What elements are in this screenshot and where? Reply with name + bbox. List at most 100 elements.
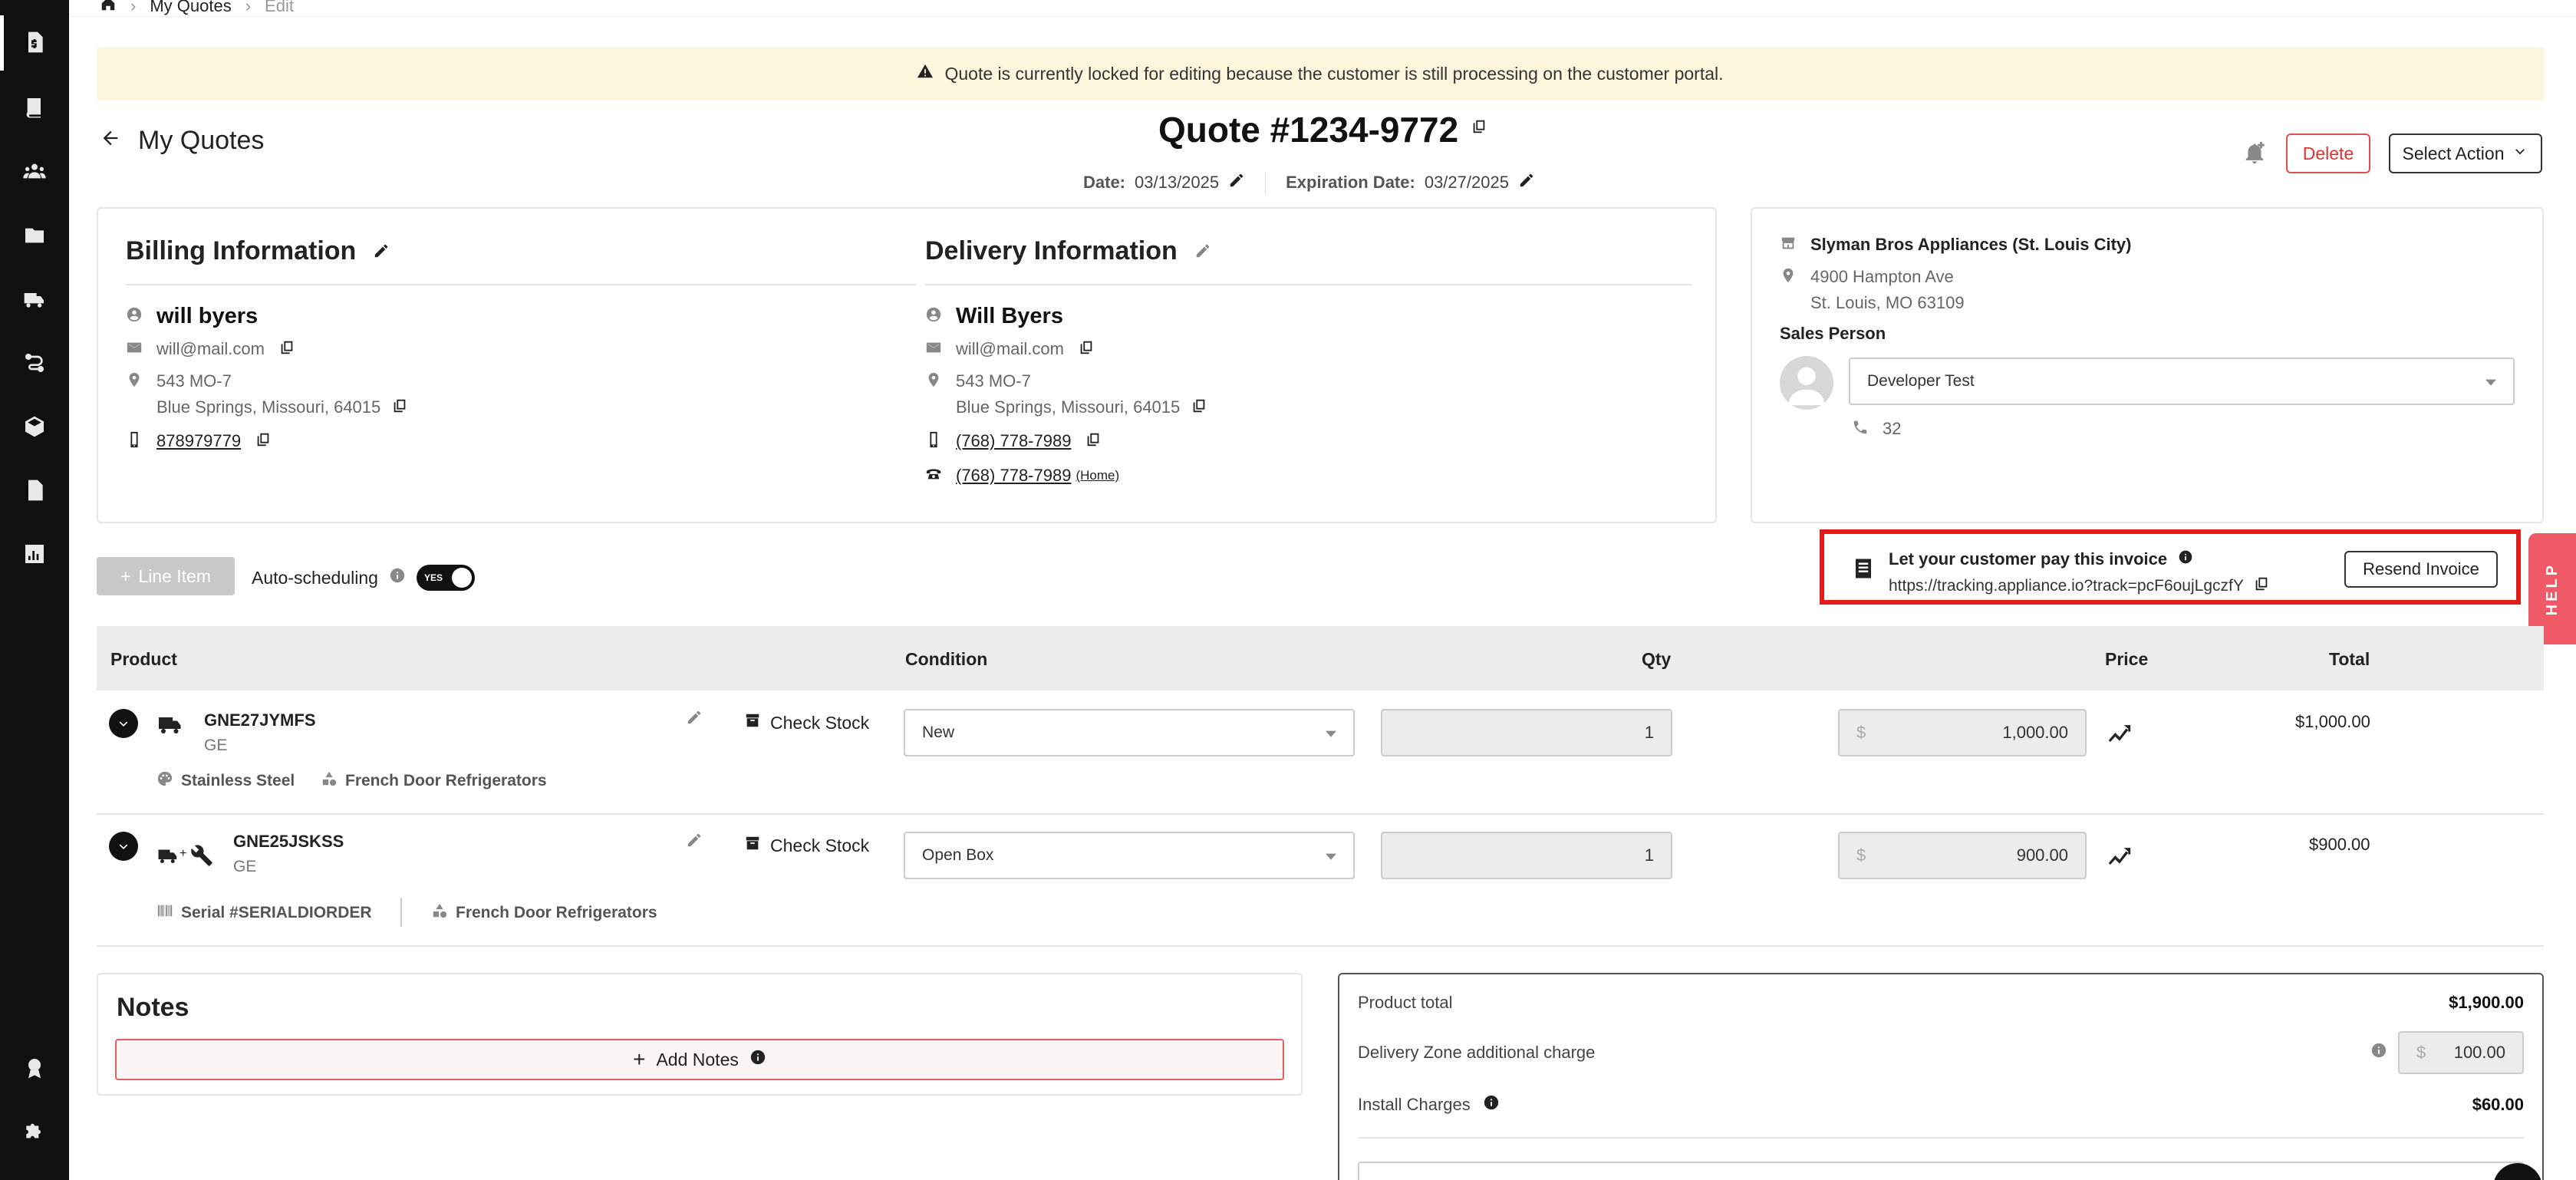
info-icon[interactable] (2370, 1042, 2387, 1063)
resend-invoice-button[interactable]: Resend Invoice (2344, 551, 2498, 588)
product-tag-serial-label: Serial #SERIALDIORDER (181, 904, 372, 921)
edit-product-icon[interactable] (686, 832, 703, 854)
check-stock-link[interactable]: Check Stock (744, 712, 869, 733)
summary-field[interactable] (1358, 1162, 2524, 1180)
billing-email: will@mail.com (156, 339, 265, 358)
edit-date-icon[interactable] (1228, 172, 1245, 193)
top-bar (69, 0, 2576, 17)
quotes-icon[interactable] (0, 12, 69, 73)
delivery-zone-field[interactable]: $ 100.00 (2398, 1031, 2524, 1074)
info-icon[interactable] (2178, 549, 2193, 569)
expand-row-button[interactable] (109, 832, 138, 861)
billing-address-line2: Blue Springs, Missouri, 64015 (156, 397, 381, 417)
quote-dates: Date: 03/13/2025 Expiration Date: 03/27/… (1083, 172, 1535, 193)
breadcrumb-my-quotes[interactable]: My Quotes (150, 0, 231, 16)
back-link[interactable]: My Quotes (100, 126, 264, 156)
price-trend-icon[interactable] (2107, 842, 2133, 874)
copy-icon[interactable] (278, 339, 295, 361)
breadcrumb-edit: Edit (265, 0, 294, 15)
sales-person-label: Sales Person (1780, 324, 1886, 343)
phone-icon (1852, 419, 1869, 440)
back-label[interactable]: My Quotes (138, 126, 264, 156)
home-icon[interactable] (100, 0, 117, 17)
tag-divider (400, 898, 402, 927)
banner-text: Quote is currently locked for editing be… (944, 63, 1724, 84)
add-line-item-button[interactable]: + Line Item (97, 557, 235, 595)
price-field[interactable]: $ 1,000.00 (1838, 709, 2087, 756)
route-icon[interactable] (0, 332, 69, 394)
billing-phone-row: 878979779 (126, 431, 272, 453)
arrow-left-icon[interactable] (100, 126, 121, 156)
copy-icon[interactable] (255, 431, 272, 453)
billing-phone[interactable]: 878979779 (156, 431, 241, 451)
book-icon[interactable] (0, 77, 69, 138)
folder-icon[interactable] (0, 205, 69, 266)
reports-icon[interactable] (0, 523, 69, 585)
delivery-zone-value: 100.00 (2453, 1043, 2505, 1062)
quantity-field[interactable]: 1 (1381, 832, 1672, 879)
check-stock-link[interactable]: Check Stock (744, 835, 869, 856)
col-condition: Condition (905, 649, 988, 669)
product-tag-serial: Serial #SERIALDIORDER (156, 902, 372, 924)
delivery-mobile-row: (768) 778-7989 (925, 431, 1102, 453)
user-icon (126, 306, 143, 328)
condition-select[interactable]: Open Box (904, 832, 1355, 879)
row-divider (97, 813, 2544, 815)
truck-icon[interactable] (0, 269, 69, 330)
mobile-phone-icon (126, 431, 143, 453)
product-sku: GNE27JYMFS (204, 710, 316, 730)
expand-row-button[interactable] (109, 709, 138, 738)
auto-scheduling-toggle[interactable]: YES (416, 565, 475, 591)
notification-add-icon[interactable] (2242, 140, 2268, 171)
breadcrumb: › My Quotes › Edit (100, 0, 294, 17)
delivery-name: Will Byers (956, 304, 1063, 328)
copy-icon[interactable] (1471, 102, 1487, 143)
copy-icon[interactable] (1078, 339, 1095, 361)
select-action-button[interactable]: Select Action (2389, 133, 2542, 173)
row-total: $1,000.00 (2295, 712, 2370, 731)
edit-billing-icon[interactable] (373, 236, 390, 266)
copy-icon[interactable] (1191, 397, 1207, 419)
sales-person-select[interactable]: Developer Test (1849, 358, 2515, 405)
sales-person-value: Developer Test (1867, 372, 1975, 390)
delivery-zone-row: Delivery Zone additional charge $ 100.00 (1358, 1031, 2524, 1074)
edit-product-icon[interactable] (686, 709, 703, 731)
billing-divider (126, 284, 916, 285)
product-brand: GE (204, 737, 228, 754)
add-notes-button[interactable]: + Add Notes (115, 1039, 1284, 1080)
price-value: 1,000.00 (2002, 723, 2068, 742)
award-icon[interactable] (0, 1037, 69, 1099)
edit-expiration-icon[interactable] (1518, 172, 1535, 193)
edit-delivery-icon[interactable] (1194, 236, 1211, 266)
condition-value: New (922, 723, 955, 741)
billing-name-row: will byers (126, 304, 258, 329)
puzzle-icon[interactable] (0, 1100, 69, 1162)
select-action-label: Select Action (2402, 143, 2505, 163)
sales-person-ext-row: 32 (1852, 419, 1901, 440)
copy-icon[interactable] (1085, 431, 1102, 453)
info-icon[interactable] (389, 567, 406, 588)
document-icon[interactable] (0, 460, 69, 521)
delivery-mobile[interactable]: (768) 778-7989 (956, 431, 1071, 451)
delivery-zone-label: Delivery Zone additional charge (1358, 1043, 1596, 1062)
customers-icon[interactable] (0, 140, 69, 202)
delivery-home-phone[interactable]: (768) 778-7989 (956, 466, 1071, 486)
condition-value: Open Box (922, 846, 994, 864)
price-field[interactable]: $ 900.00 (1838, 832, 2087, 879)
auto-scheduling: Auto-scheduling YES (252, 565, 475, 591)
pay-url[interactable]: https://tracking.appliance.io?track=pcF6… (1889, 577, 2244, 595)
copy-icon[interactable] (391, 397, 408, 419)
box-icon[interactable] (0, 396, 69, 457)
product-tag-category-label: French Door Refrigerators (345, 772, 547, 789)
condition-select[interactable]: New (904, 709, 1355, 756)
date-value: 03/13/2025 (1135, 173, 1220, 192)
delete-button[interactable]: Delete (2286, 133, 2370, 173)
copy-icon[interactable] (2253, 575, 2270, 597)
line-item-label: Line Item (138, 565, 212, 586)
info-icon[interactable] (1483, 1094, 1500, 1116)
toggle-knob (451, 568, 472, 588)
currency-symbol: $ (2416, 1043, 2426, 1062)
quantity-field[interactable]: 1 (1381, 709, 1672, 756)
help-label: HELP (2543, 562, 2561, 616)
price-trend-icon[interactable] (2107, 720, 2133, 751)
